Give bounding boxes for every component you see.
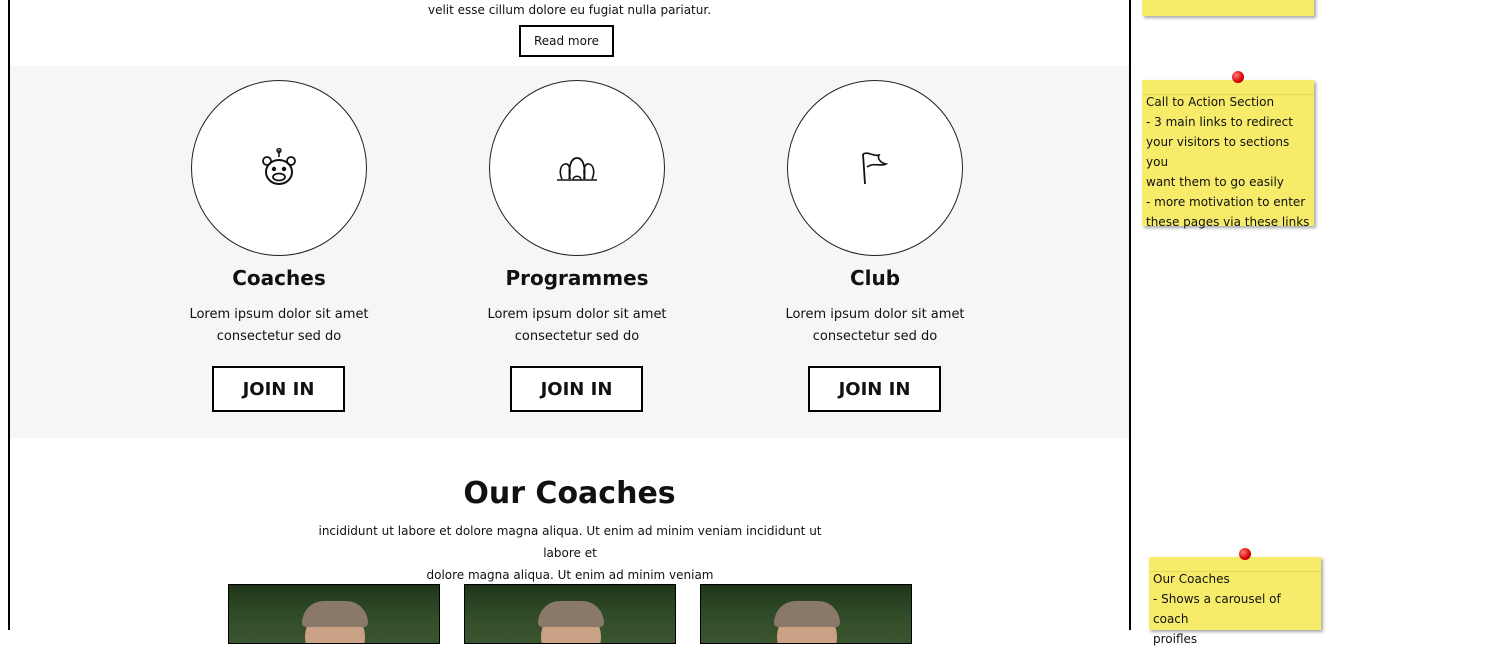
pushpin-icon	[1232, 71, 1244, 83]
our-coaches-title: Our Coaches	[463, 476, 676, 511]
join-in-button-coaches[interactable]: JOIN IN	[212, 366, 345, 412]
coach-hair	[302, 601, 368, 627]
wireframe-page: velit esse cillum dolore eu fugiat nulla…	[8, 0, 1131, 644]
flag-icon	[862, 152, 889, 185]
cta-circle-coaches[interactable]	[191, 80, 367, 256]
call-to-action-section: Coaches Lorem ipsum dolor sit amet consec…	[10, 66, 1129, 438]
coach-photo[interactable]	[228, 584, 440, 644]
pushpin-icon	[1239, 548, 1251, 560]
coach-hair	[774, 601, 840, 627]
note-body: Our Coaches - Shows a carousel of coach …	[1153, 572, 1281, 646]
note-body: Call to Action Section - 3 main links to…	[1146, 95, 1310, 229]
join-in-button-programmes[interactable]: JOIN IN	[510, 366, 643, 412]
coach-hair	[538, 601, 604, 627]
intro-text: velit esse cillum dolore eu fugiat nulla…	[427, 3, 712, 17]
join-in-button-club[interactable]: JOIN IN	[808, 366, 941, 412]
read-more-button[interactable]: Read more	[519, 25, 614, 57]
coach-photo[interactable]	[464, 584, 676, 644]
cta-circle-club[interactable]	[787, 80, 963, 256]
cta-title-club: Club	[849, 266, 901, 290]
cta-title-programmes: Programmes	[505, 266, 649, 290]
bear-face-icon	[262, 148, 296, 185]
cta-text-coaches: Lorem ipsum dolor sit amet consectetur se…	[189, 307, 369, 344]
cta-text-programmes: Lorem ipsum dolor sit amet consectetur se…	[487, 307, 667, 344]
group-icon	[557, 157, 597, 181]
coach-photo[interactable]	[700, 584, 912, 644]
cta-text-club: Lorem ipsum dolor sit amet consectetur se…	[785, 307, 965, 344]
cta-circle-programmes[interactable]	[489, 80, 665, 256]
sticky-note-coaches: Our Coaches - Shows a carousel of coach …	[1149, 548, 1321, 646]
sticky-note-cta: Call to Action Section - 3 main links to…	[1142, 71, 1314, 229]
cta-title-coaches: Coaches	[232, 266, 326, 290]
our-coaches-text: incididunt ut labore et dolore magna ali…	[318, 524, 822, 582]
sticky-note-partial	[1142, 0, 1314, 16]
